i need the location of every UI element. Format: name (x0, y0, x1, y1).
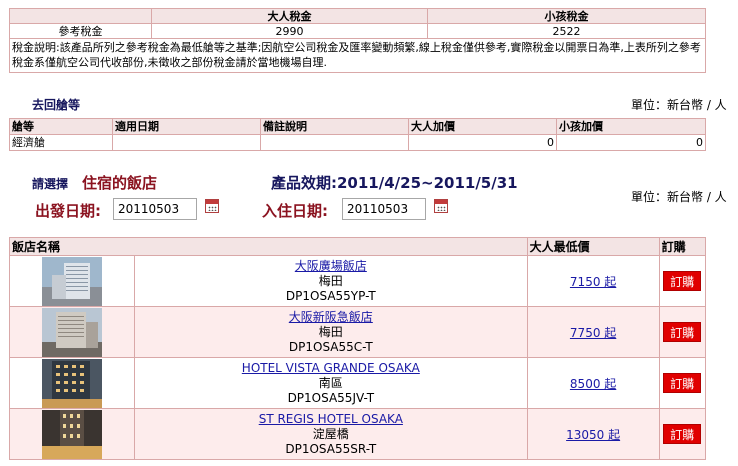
calendar-icon[interactable] (434, 199, 448, 213)
table-row: 大阪廣場飯店 梅田 DP1OSA55YP-T 7150 起 訂購 (9, 255, 707, 307)
hotel-info-cell: HOTEL VISTA GRANDE OSAKA 南區 DP1OSA55JV-T (134, 357, 528, 409)
select-prompt: 請選擇 (32, 177, 69, 191)
hotel-header-name: 飯店名稱 (9, 237, 528, 256)
tax-header-child: 小孩稅金 (427, 8, 706, 24)
hotel-thumb-cell (9, 255, 135, 307)
hotel-pick-title: 住宿的飯店 (82, 174, 158, 192)
tax-adult-value: 2990 (151, 23, 428, 39)
table-row: 大阪新阪急飯店 梅田 DP1OSA55C-T 7750 起 訂購 (9, 306, 707, 358)
table-row: HOTEL VISTA GRANDE OSAKA 南區 DP1OSA55JV-T… (9, 357, 707, 409)
hotel-header-buy: 訂購 (658, 237, 707, 256)
hotel-thumb-cell (9, 408, 135, 460)
hotel-code: DP1OSA55C-T (288, 339, 373, 354)
price-link[interactable]: 8500 起 (570, 377, 616, 391)
price-cell: 13050 起 (526, 408, 660, 460)
buy-cell: 訂購 (658, 306, 707, 358)
price-cell: 7150 起 (526, 255, 660, 307)
cabin-header-child: 小孩加價 (556, 118, 706, 135)
hotel-table: 飯店名稱 大人最低價 訂購 大阪廣場飯店 梅田 DP1OSA55YP-T 715… (9, 237, 707, 460)
hotel-photo[interactable] (42, 307, 102, 357)
tax-row-label: 參考稅金 (9, 23, 152, 39)
hotel-code: DP1OSA55SR-T (285, 441, 377, 456)
depart-date-label: 出發日期: (35, 202, 101, 220)
hotel-photo[interactable] (42, 256, 102, 306)
cabin-remark-cell (260, 134, 409, 151)
tax-note: 稅金說明:該產品所列之參考稅金為最低艙等之基準;因航空公司稅金及匯率變動頻繁,線… (9, 38, 706, 73)
hotel-name-link[interactable]: ST REGIS HOTEL OSAKA (259, 412, 403, 426)
product-validity: 產品效期:2011/4/25~2011/5/31 (271, 174, 518, 192)
hotel-code: DP1OSA55YP-T (285, 288, 376, 303)
tax-table: 大人稅金 小孩稅金 參考稅金 2990 2522 稅金說明:該產品所列之參考稅金… (9, 8, 706, 73)
cabin-table: 艙等 適用日期 備註說明 大人加價 小孩加價 經濟艙 0 0 (9, 118, 706, 151)
hotel-header-price: 大人最低價 (526, 237, 660, 256)
tax-header-blank (9, 8, 152, 24)
cabin-date-cell (112, 134, 261, 151)
price-link[interactable]: 13050 起 (566, 428, 620, 442)
hotel-code: DP1OSA55JV-T (287, 390, 375, 405)
hotel-unit-label: 單位：新台幣 / 人 (631, 190, 727, 204)
hotel-thumb-cell (9, 306, 135, 358)
hotel-info-cell: 大阪廣場飯店 梅田 DP1OSA55YP-T (134, 255, 528, 307)
cabin-header-class: 艙等 (9, 118, 113, 135)
price-link[interactable]: 7750 起 (570, 326, 616, 340)
buy-button[interactable]: 訂購 (663, 322, 702, 342)
hotel-name-link[interactable]: HOTEL VISTA GRANDE OSAKA (242, 361, 420, 375)
hotel-area: 南區 (318, 375, 343, 390)
calendar-icon[interactable] (205, 199, 219, 213)
checkin-date-input[interactable] (342, 198, 426, 220)
buy-cell: 訂購 (658, 408, 707, 460)
hotel-info-cell: ST REGIS HOTEL OSAKA 淀屋橋 DP1OSA55SR-T (134, 408, 528, 460)
tax-child-value: 2522 (427, 23, 706, 39)
cabin-child-cell: 0 (556, 134, 706, 151)
buy-button[interactable]: 訂購 (663, 373, 702, 393)
hotel-info-cell: 大阪新阪急飯店 梅田 DP1OSA55C-T (134, 306, 528, 358)
cabin-header-adult: 大人加價 (408, 118, 557, 135)
cabin-unit-label: 單位：新台幣 / 人 (631, 98, 727, 112)
hotel-area: 梅田 (318, 273, 343, 288)
buy-cell: 訂購 (658, 357, 707, 409)
hotel-area: 淀屋橋 (312, 426, 349, 441)
hotel-name-link[interactable]: 大阪新阪急飯店 (289, 310, 373, 324)
buy-cell: 訂購 (658, 255, 707, 307)
table-row: ST REGIS HOTEL OSAKA 淀屋橋 DP1OSA55SR-T 13… (9, 408, 707, 460)
buy-button[interactable]: 訂購 (663, 424, 702, 444)
cabin-class-cell: 經濟艙 (9, 134, 113, 151)
buy-button[interactable]: 訂購 (663, 271, 702, 291)
cabin-header-date: 適用日期 (112, 118, 261, 135)
cabin-adult-cell: 0 (408, 134, 557, 151)
price-cell: 7750 起 (526, 306, 660, 358)
hotel-area: 梅田 (318, 324, 343, 339)
checkin-date-label: 入住日期: (262, 202, 328, 220)
cabin-header-remark: 備註說明 (260, 118, 409, 135)
price-cell: 8500 起 (526, 357, 660, 409)
hotel-photo[interactable] (42, 358, 102, 408)
hotel-name-link[interactable]: 大阪廣場飯店 (295, 259, 367, 273)
hotel-thumb-cell (9, 357, 135, 409)
tax-header-adult: 大人稅金 (151, 8, 428, 24)
depart-date-input[interactable] (113, 198, 197, 220)
hotel-photo[interactable] (42, 409, 102, 459)
cabin-section-title: 去回艙等 (32, 98, 81, 112)
price-link[interactable]: 7150 起 (570, 275, 616, 289)
